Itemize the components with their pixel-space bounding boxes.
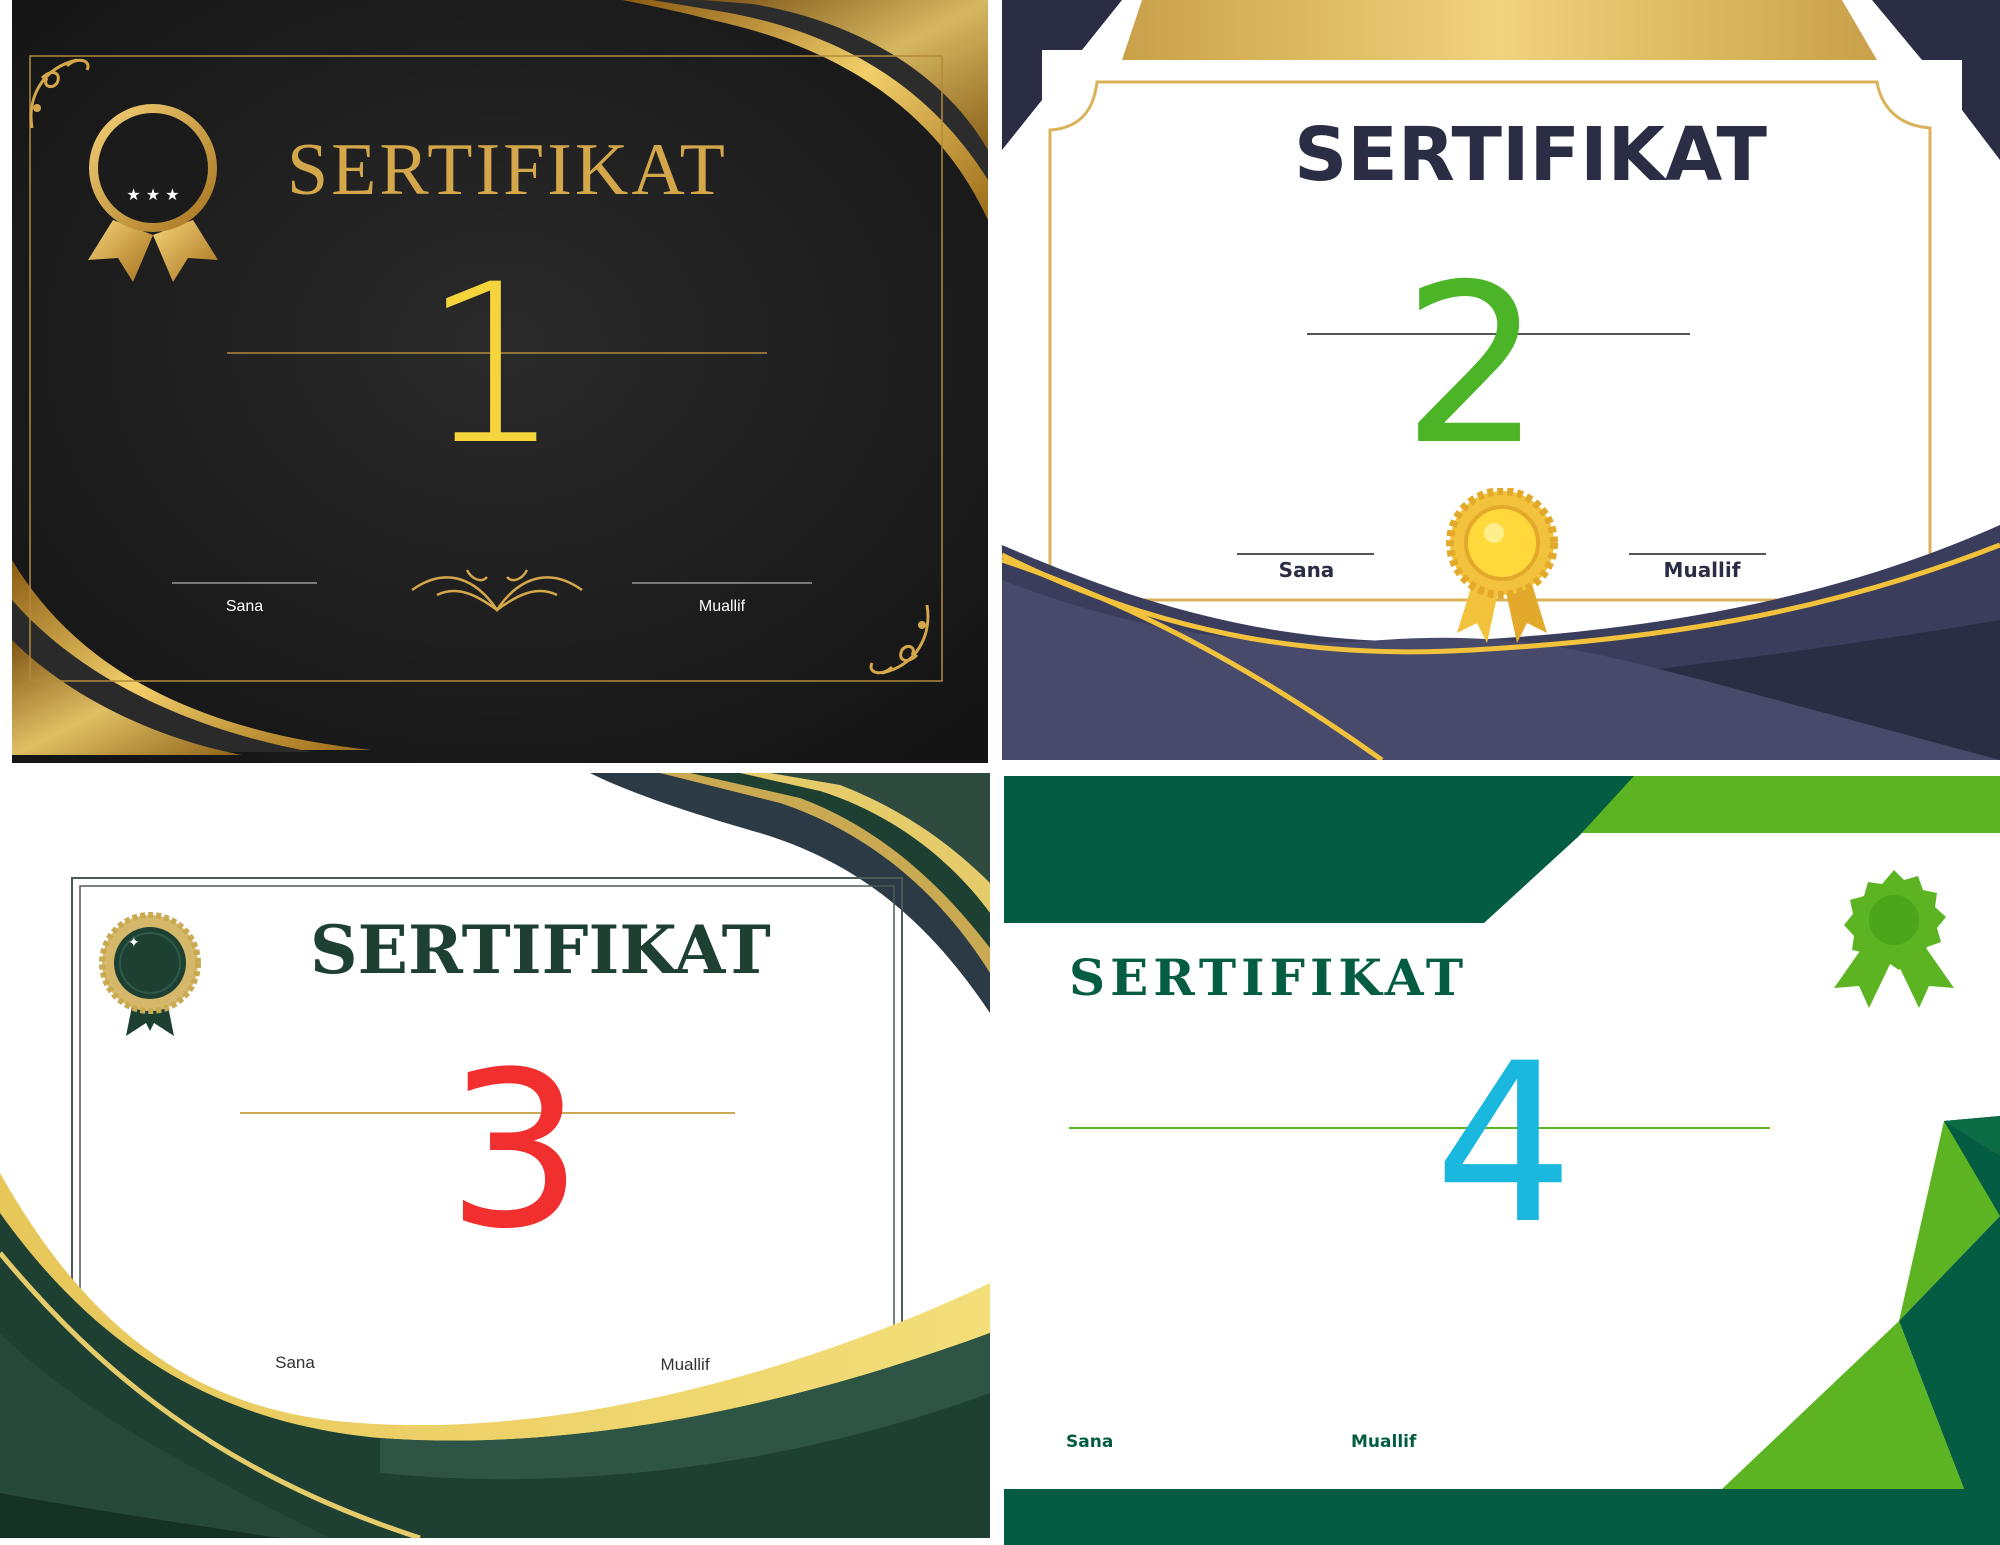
medal-icon: ★ ★ ★ [88,104,218,282]
certificate-title: SERTIFIKAT [1069,948,1469,1007]
certificate-number: 4 [1434,1016,1574,1272]
certificate-card-1: ★ ★ ★ SERTIFIKAT 1 Sana Muallif [12,0,988,763]
date-label: Sana [1066,1432,1114,1452]
date-label: Sana [225,598,264,615]
ornament-icon [411,569,583,613]
date-label: Sana [1278,558,1335,582]
certificate-card-3: ✦ SERTIFIKAT 3 Sana Muallif [0,773,990,1538]
certificate-number: 3 [446,1025,584,1276]
certificate-title: SERTIFIKAT [1294,112,1767,198]
svg-text:✦: ✦ [128,935,140,951]
certificate-number: 1 [422,237,562,493]
certificate-card-2: SERTIFIKAT 2 Sana Muallif [1002,0,2000,760]
certificate-title: SERTIFIKAT [310,911,771,989]
author-label: Muallif [660,1355,710,1374]
seal-icon: ✦ [99,912,201,1036]
certificate-title: SERTIFIKAT [287,129,728,211]
badge-icon [1834,870,1954,1008]
author-label: Muallif [1663,558,1741,582]
date-label: Sana [275,1353,315,1372]
corner-flourish-icon [869,604,930,675]
certificate-card-4: SERTIFIKAT 4 Sana Muallif [1004,776,2000,1545]
author-label: Muallif [698,598,746,615]
certificate-number: 2 [1402,237,1542,493]
author-label: Muallif [1351,1432,1417,1452]
rosette-icon [1446,488,1558,643]
svg-text:★ ★ ★: ★ ★ ★ [126,185,179,204]
